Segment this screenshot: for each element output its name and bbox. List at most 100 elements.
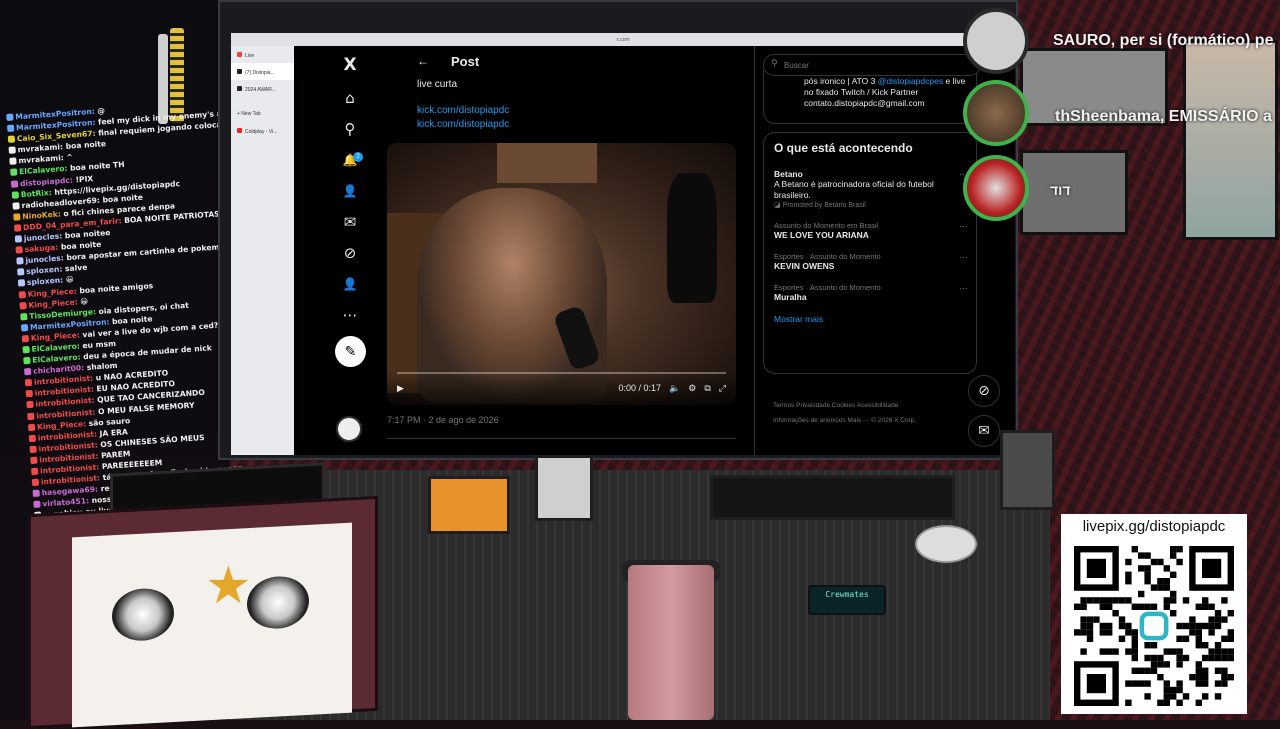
qr-module xyxy=(1170,571,1177,578)
tab-coldplay[interactable]: Coldplay - Vi... xyxy=(231,122,294,139)
explore-icon[interactable]: ⚲ xyxy=(341,120,359,138)
badge-icon xyxy=(31,478,40,487)
promoted-icon: ◪ xyxy=(774,202,783,209)
qr-module xyxy=(1214,654,1222,662)
trend-name: KEVIN OWENS xyxy=(774,261,835,271)
qr-module xyxy=(1189,674,1196,681)
search-placeholder: Buscar xyxy=(784,61,809,70)
qr-module xyxy=(1221,674,1228,681)
tab-live[interactable]: Live xyxy=(231,46,294,63)
chat-text: 😀 xyxy=(62,275,75,285)
chat-text: !PIX xyxy=(72,173,94,185)
eye-drawing xyxy=(247,574,309,631)
qr-module xyxy=(1093,597,1100,604)
badge-icon xyxy=(18,290,26,299)
qr-module xyxy=(1208,622,1215,630)
qr-module xyxy=(1131,667,1138,674)
trends-panel: O que está acontecendo Betano A Betano é… xyxy=(763,132,977,374)
badge-icon xyxy=(11,190,20,199)
eye-drawing xyxy=(112,586,174,643)
portrait-frame xyxy=(1000,430,1055,510)
qr-module xyxy=(1144,571,1151,578)
back-arrow-icon[interactable]: ← xyxy=(417,54,429,68)
qr-module xyxy=(1131,648,1138,655)
show-more-link[interactable]: Mostrar mais xyxy=(774,314,966,324)
qr-module xyxy=(1112,648,1119,655)
address-bar[interactable]: x.com xyxy=(616,37,629,43)
qr-module xyxy=(1099,629,1106,636)
qr-module xyxy=(1138,552,1145,559)
post-link[interactable]: kick.com/distopiapdc xyxy=(417,104,754,118)
qr-module xyxy=(1208,629,1215,636)
qr-module xyxy=(1202,667,1209,674)
notification-text: thSheenbama, EMISSÁRIO a xyxy=(1055,108,1272,125)
qr-module xyxy=(1202,654,1209,662)
nft-frame xyxy=(428,476,510,534)
footer-line[interactable]: Termos Privacidade Cookies Acessibilidad… xyxy=(773,398,973,413)
grok-float-button[interactable]: ⊘ xyxy=(968,375,1000,407)
trend-name: Betano xyxy=(774,169,803,179)
more-icon[interactable]: ⋯ xyxy=(341,306,359,324)
qr-module xyxy=(1106,603,1113,610)
trend-item[interactable]: Betano A Betano é patrocinadora oficial … xyxy=(774,169,968,209)
compose-post-button[interactable]: ✎ xyxy=(335,336,366,367)
search-input[interactable]: ⚲ Buscar xyxy=(763,54,981,76)
x-logo-icon[interactable]: X xyxy=(341,56,359,74)
post-header: ← Post xyxy=(405,46,754,76)
qr-module xyxy=(1125,597,1132,604)
pip-icon[interactable]: ⧉ xyxy=(704,383,710,394)
account-avatar[interactable] xyxy=(336,416,362,442)
qr-module xyxy=(1214,648,1222,655)
qr-module xyxy=(1163,565,1170,572)
badge-icon xyxy=(12,202,20,210)
tab-favicon-icon xyxy=(237,52,242,57)
qr-module xyxy=(1144,552,1151,559)
qr-module xyxy=(1163,680,1170,687)
more-options-icon[interactable]: ··· xyxy=(959,221,968,231)
follow-icon[interactable]: 👤 xyxy=(341,182,359,200)
more-options-icon[interactable]: ··· xyxy=(959,283,968,293)
trend-item[interactable]: Assunto do Momento em Brasil WE LOVE YOU… xyxy=(774,221,968,240)
qr-module xyxy=(1093,616,1100,623)
trend-meta: Assunto do Momento em Brasil xyxy=(774,221,879,230)
play-icon[interactable]: ▶ xyxy=(397,383,404,394)
home-icon[interactable]: ⌂ xyxy=(341,89,359,107)
profile-icon[interactable]: 👤 xyxy=(341,275,359,293)
qr-module xyxy=(1202,680,1209,687)
badge-icon xyxy=(20,312,28,321)
qr-module xyxy=(1086,616,1094,623)
qr-module xyxy=(1125,629,1132,636)
messages-float-button[interactable]: ✉ xyxy=(968,415,1000,447)
photo-frame xyxy=(535,455,593,521)
qr-module xyxy=(1202,558,1222,578)
fullscreen-icon[interactable]: ⤢ xyxy=(719,383,726,394)
trend-item[interactable]: Esportes · Assunto do Momento KEVIN OWEN… xyxy=(774,252,968,271)
qr-module xyxy=(1176,680,1183,687)
volume-icon[interactable]: 🔈 xyxy=(669,383,680,394)
bio-mention-link[interactable]: @distopiapdcpes xyxy=(878,76,943,86)
qr-module xyxy=(1208,654,1215,662)
more-options-icon[interactable]: ··· xyxy=(959,252,968,262)
post-timestamp: 7:17 PM · 2 de ago de 2026 xyxy=(387,415,499,425)
qr-module xyxy=(1144,667,1151,674)
post-link[interactable]: kick.com/distopiapdc xyxy=(417,118,754,132)
qr-module xyxy=(1157,654,1164,662)
qr-module xyxy=(1144,603,1151,610)
trend-item[interactable]: Esportes · Assunto do Momento Muralha ··… xyxy=(774,283,968,302)
badge-icon xyxy=(28,434,37,442)
grok-icon[interactable]: ⊘ xyxy=(341,244,359,262)
chat-username: BotRix: xyxy=(20,187,53,199)
qr-module xyxy=(1144,693,1151,700)
qr-module xyxy=(1163,661,1170,668)
tab-awards[interactable]: 2024 AWAR... xyxy=(231,80,294,97)
qr-module xyxy=(1163,597,1170,604)
qr-module xyxy=(1170,552,1177,559)
messages-icon[interactable]: ✉ xyxy=(341,213,359,231)
footer-line[interactable]: Informações de anúncios Mais ··· © 2026 … xyxy=(773,413,973,428)
qr-module xyxy=(1106,622,1113,630)
tab-x-post[interactable]: (7) Distopia... xyxy=(231,63,294,80)
browser-window: x.com Live (7) Distopia... 2024 AWAR... … xyxy=(231,33,1015,455)
new-tab-button[interactable]: + New Tab xyxy=(231,105,294,122)
video-player[interactable]: ▶ 0:00 / 0:17 🔈 ⚙ ⧉ ⤢ xyxy=(387,143,736,405)
settings-icon[interactable]: ⚙ xyxy=(688,383,696,394)
